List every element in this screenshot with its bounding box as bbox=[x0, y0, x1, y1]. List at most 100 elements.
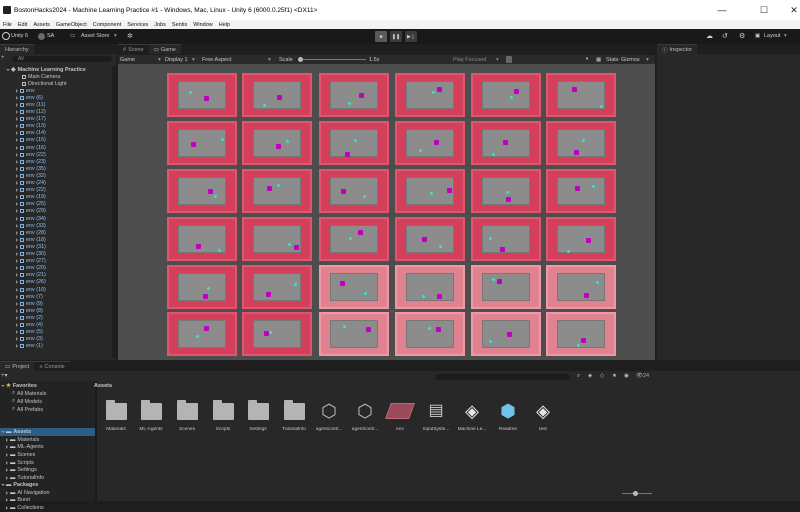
menu-sentis[interactable]: Sentis bbox=[172, 22, 187, 28]
expand-icon[interactable] bbox=[16, 166, 18, 171]
expand-icon[interactable] bbox=[6, 490, 8, 495]
tab-scene[interactable]: # Scene bbox=[118, 44, 149, 54]
asset-item[interactable]: ML-Agents bbox=[136, 397, 166, 437]
shortcuts-icon[interactable]: ▦ bbox=[596, 57, 601, 63]
asset-item[interactable]: Scenes bbox=[172, 397, 202, 437]
package-item[interactable]: ▬ Collections bbox=[6, 504, 44, 512]
asset-item[interactable]: Materials bbox=[101, 397, 131, 437]
expand-icon[interactable] bbox=[16, 330, 18, 335]
expand-icon[interactable] bbox=[16, 102, 18, 107]
zoom-slider-thumb[interactable] bbox=[633, 491, 638, 496]
expand-icon[interactable] bbox=[16, 323, 18, 328]
expand-icon[interactable] bbox=[6, 505, 8, 510]
expand-icon[interactable] bbox=[6, 445, 8, 450]
add-icon[interactable]: +▾ bbox=[1, 372, 8, 379]
expand-icon[interactable] bbox=[16, 195, 18, 200]
menu-jobs[interactable]: Jobs bbox=[154, 22, 166, 28]
expand-icon[interactable] bbox=[16, 337, 18, 342]
asset-folder-item[interactable]: ▬ ML-Agents bbox=[6, 444, 43, 452]
asset-folder-item[interactable]: ▬ Scenes bbox=[6, 451, 35, 459]
hierarchy-scrollbar[interactable] bbox=[112, 66, 116, 358]
history-icon[interactable]: ↺ bbox=[722, 32, 728, 40]
expand-icon[interactable] bbox=[16, 88, 18, 93]
star-icon[interactable]: ★ bbox=[612, 373, 617, 379]
expand-icon[interactable] bbox=[16, 308, 18, 313]
favorites-header[interactable]: ★ Favorites bbox=[1, 382, 37, 390]
maximize-button[interactable]: ☐ bbox=[748, 0, 780, 20]
menu-file[interactable]: File bbox=[3, 22, 12, 28]
expand-icon[interactable] bbox=[16, 301, 18, 306]
asset-item[interactable]: ◈ test bbox=[528, 397, 558, 437]
close-button[interactable]: ✕ bbox=[778, 0, 800, 20]
asset-folder-item[interactable]: ▬ Materials bbox=[6, 436, 39, 444]
expand-icon[interactable] bbox=[16, 244, 18, 249]
aspect-dropdown[interactable]: Free Aspect bbox=[202, 57, 231, 63]
pause-button[interactable]: ❚❚ bbox=[390, 31, 402, 42]
display-dropdown[interactable]: Display 1 bbox=[165, 57, 188, 63]
account-avatar[interactable] bbox=[38, 33, 45, 40]
breadcrumb[interactable]: Assets bbox=[94, 383, 112, 389]
expand-icon[interactable] bbox=[16, 237, 18, 242]
step-button[interactable]: ▶❘ bbox=[405, 31, 417, 42]
expand-icon[interactable] bbox=[16, 344, 18, 349]
asset-item[interactable]: TutorialInfo bbox=[279, 397, 309, 437]
expand-icon[interactable] bbox=[6, 452, 8, 457]
menu-edit[interactable]: Edit bbox=[18, 22, 27, 28]
expand-icon[interactable] bbox=[16, 202, 18, 207]
expand-icon[interactable] bbox=[16, 188, 18, 193]
expand-icon[interactable] bbox=[6, 460, 8, 465]
asset-item[interactable]: ◈ Machine Le... bbox=[457, 397, 487, 437]
menu-services[interactable]: Services bbox=[127, 22, 148, 28]
expand-icon[interactable] bbox=[16, 315, 18, 320]
expand-icon[interactable] bbox=[6, 68, 10, 71]
cloud-icon[interactable]: ☁ bbox=[706, 32, 713, 40]
expand-icon[interactable] bbox=[16, 223, 18, 228]
expand-icon[interactable] bbox=[16, 117, 18, 122]
tab-console[interactable]: ≡ Console bbox=[34, 361, 70, 371]
play-focused-dropdown[interactable]: Play Focused bbox=[453, 57, 486, 63]
tab-project[interactable]: ▭ Project bbox=[0, 361, 35, 371]
project-search-input[interactable] bbox=[435, 374, 570, 380]
mute-audio-icon[interactable]: 🔈︎ bbox=[586, 56, 589, 63]
search-by-type-icon[interactable]: ⌕ bbox=[577, 373, 580, 380]
expand-icon[interactable] bbox=[16, 230, 18, 235]
menu-window[interactable]: Window bbox=[193, 22, 213, 28]
packages-header[interactable]: ▬ Packages bbox=[1, 481, 38, 489]
asset-item[interactable]: ▤ InputSyste... bbox=[421, 397, 451, 437]
label-icon[interactable]: ◇ bbox=[600, 373, 604, 379]
expand-icon[interactable] bbox=[16, 95, 18, 100]
minimize-button[interactable]: — bbox=[706, 0, 738, 20]
asset-folder-item[interactable]: ▬ Settings bbox=[6, 466, 37, 474]
favorite-item[interactable]: ⌕ All Models bbox=[12, 398, 42, 406]
game-mode-dropdown[interactable]: Game bbox=[120, 57, 135, 63]
expand-icon[interactable] bbox=[16, 173, 18, 178]
package-item[interactable]: ▬ Burst bbox=[6, 497, 30, 505]
cloud-settings-icon[interactable]: ✲ bbox=[127, 32, 133, 40]
scale-slider-thumb[interactable] bbox=[298, 57, 303, 62]
expand-icon[interactable] bbox=[6, 475, 8, 480]
expand-icon[interactable] bbox=[16, 287, 18, 292]
settings-icon[interactable]: ⚙ bbox=[739, 32, 745, 40]
menu-gameobject[interactable]: GameObject bbox=[56, 22, 87, 28]
expand-icon[interactable] bbox=[1, 430, 5, 433]
expand-icon[interactable] bbox=[1, 483, 5, 486]
asset-folder-item[interactable]: ▬ Scripts bbox=[6, 459, 34, 467]
account-button[interactable]: SA bbox=[47, 33, 54, 39]
menu-component[interactable]: Component bbox=[93, 22, 121, 28]
expand-icon[interactable] bbox=[16, 280, 18, 285]
expand-icon[interactable] bbox=[16, 138, 18, 143]
hidden-packages-icon[interactable]: ◉ bbox=[624, 373, 629, 379]
expand-icon[interactable] bbox=[16, 252, 18, 257]
expand-icon[interactable] bbox=[16, 110, 18, 115]
menu-assets[interactable]: Assets bbox=[33, 22, 50, 28]
assets-root[interactable]: ▬ Assets bbox=[0, 428, 95, 436]
expand-icon[interactable] bbox=[16, 124, 18, 129]
expand-icon[interactable] bbox=[16, 145, 18, 150]
expand-icon[interactable] bbox=[16, 259, 18, 264]
asset-item[interactable]: env bbox=[385, 397, 415, 437]
expand-icon[interactable] bbox=[16, 181, 18, 186]
panel-splitter[interactable] bbox=[95, 381, 97, 501]
add-icon[interactable]: + bbox=[1, 55, 7, 61]
asset-item[interactable]: ⬢ Readme bbox=[493, 397, 523, 437]
scale-slider-track[interactable] bbox=[298, 59, 366, 60]
